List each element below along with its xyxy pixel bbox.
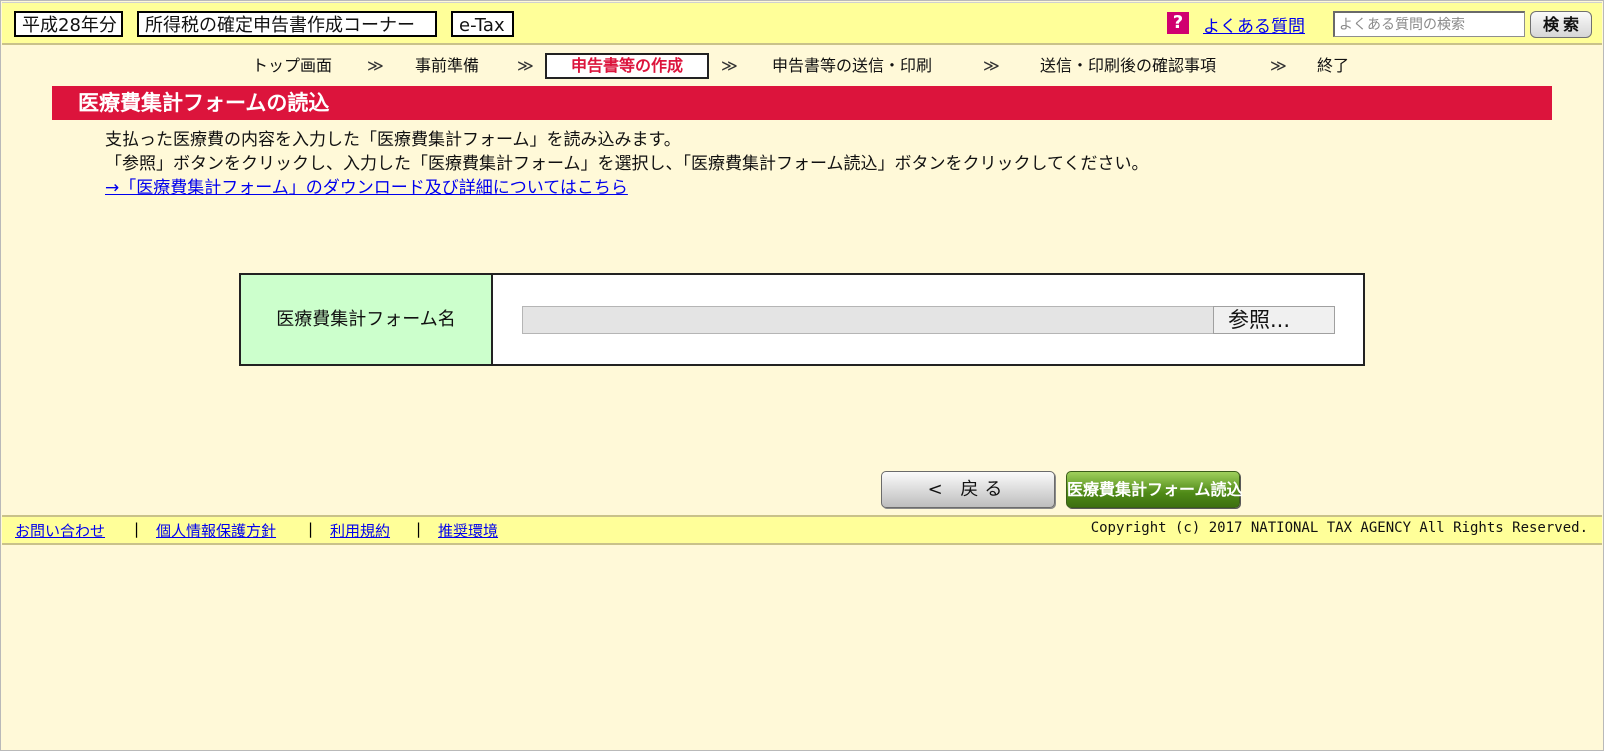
step-separator: ≫ <box>983 56 1000 75</box>
step-separator: ≫ <box>721 56 738 75</box>
step-separator: ≫ <box>517 56 534 75</box>
copyright-text: Copyright (c) 2017 NATIONAL TAX AGENCY A… <box>1090 520 1588 536</box>
footer-link-privacy[interactable]: 個人情報保護方針 <box>156 520 276 541</box>
faq-search-input[interactable] <box>1333 11 1525 37</box>
step-end: 終了 <box>1317 56 1350 75</box>
year-label: 平成28年分 <box>14 11 123 37</box>
search-button[interactable]: 検索 <box>1530 11 1592 38</box>
footer-link-contact[interactable]: お問い合わせ <box>15 520 105 541</box>
form-file-label: 医療費集計フォーム名 <box>241 275 493 364</box>
step-create-current: 申告書等の作成 <box>545 53 709 79</box>
step-preparation: 事前準備 <box>415 56 480 75</box>
footer-separator: | <box>308 520 314 538</box>
step-send-print: 申告書等の送信・印刷 <box>772 56 933 75</box>
back-button[interactable]: < 戻る <box>881 471 1055 508</box>
description-line: 支払った医療費の内容を入力した「医療費集計フォーム」を読み込みます。 <box>105 130 681 150</box>
footer-bar: お問い合わせ | 個人情報保護方針 | 利用規約 | 推奨環境 Copyrigh… <box>2 515 1602 545</box>
step-separator: ≫ <box>367 56 384 75</box>
step-after-check: 送信・印刷後の確認事項 <box>1040 56 1217 75</box>
section-title: 医療費集計フォームの読込 <box>52 86 1552 120</box>
read-form-button[interactable]: 医療費集計フォーム読込 <box>1066 471 1243 508</box>
description-line: 「参照」ボタンをクリックし、入力した「医療費集計フォーム」を選択し、「医療費集計… <box>105 154 1149 174</box>
corner-title: 所得税の確定申告書作成コーナー <box>137 11 437 37</box>
download-detail-link[interactable]: →「医療費集計フォーム」のダウンロード及び詳細についてはこちら <box>105 178 628 198</box>
footer-separator: | <box>416 520 422 538</box>
faq-link[interactable]: よくある質問 <box>1203 12 1305 37</box>
header-bar: 平成28年分 所得税の確定申告書作成コーナー e-Tax ? よくある質問 検索 <box>2 2 1602 45</box>
help-icon[interactable]: ? <box>1167 12 1189 34</box>
description: 支払った医療費の内容を入力した「医療費集計フォーム」を読み込みます。 「参照」ボ… <box>105 128 1148 200</box>
footer-link-environment[interactable]: 推奨環境 <box>438 520 498 541</box>
file-path-field[interactable] <box>522 306 1214 334</box>
etax-label: e-Tax <box>451 11 514 37</box>
browse-button[interactable]: 参照... <box>1213 306 1335 334</box>
step-top: トップ画面 <box>252 56 333 75</box>
form-table: 医療費集計フォーム名 参照... <box>239 273 1365 366</box>
step-navigation: トップ画面 ≫ 事前準備 ≫ 申告書等の作成 ≫ 申告書等の送信・印刷 ≫ 送信… <box>0 53 1604 79</box>
footer-link-terms[interactable]: 利用規約 <box>330 520 390 541</box>
footer-separator: | <box>134 520 140 538</box>
step-separator: ≫ <box>1270 56 1287 75</box>
